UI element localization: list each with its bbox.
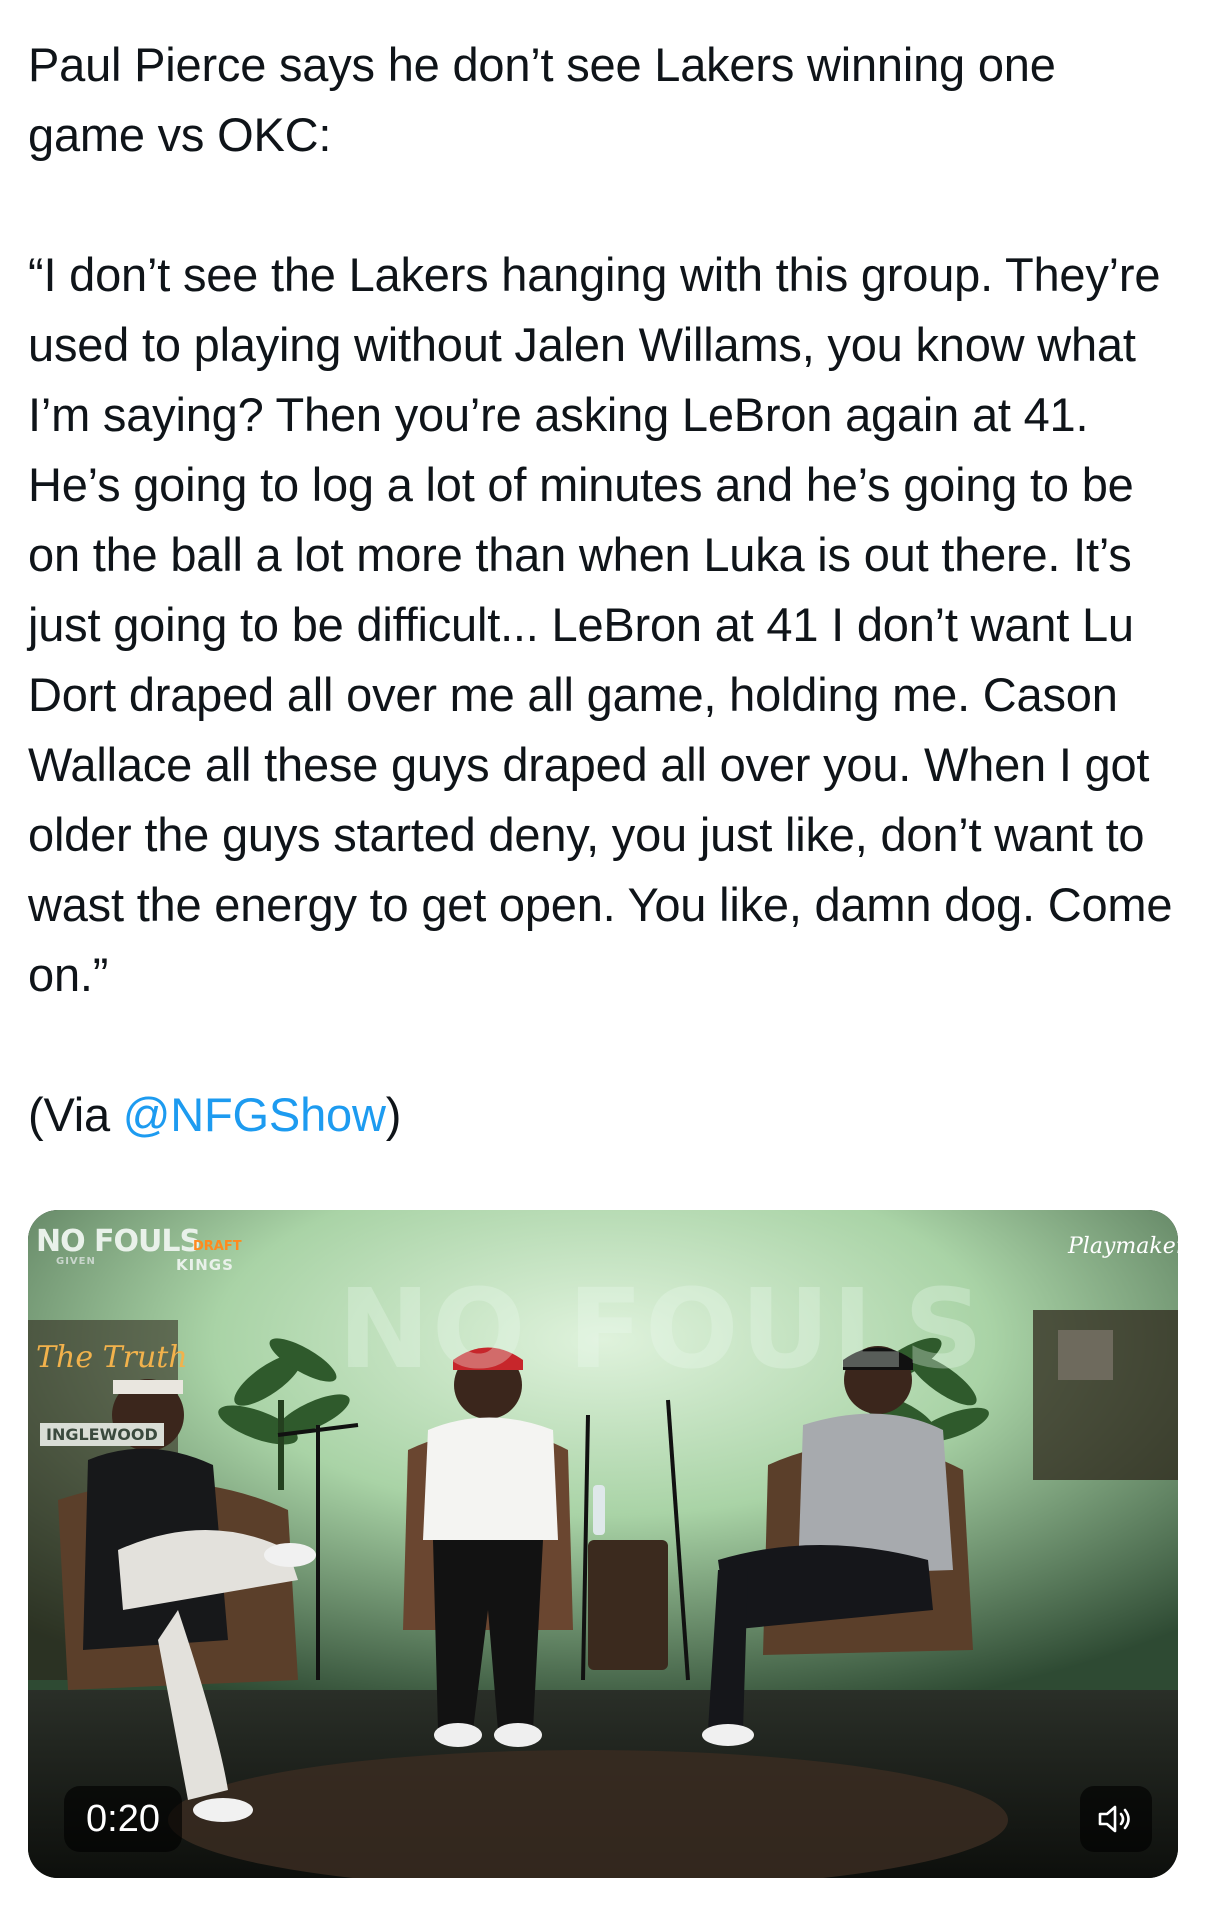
video-player[interactable]: NO FOULS GIVEN DRAFT KINGS Playmaker NO … <box>28 1210 1178 1878</box>
water-bottle <box>593 1485 605 1535</box>
framed-photo <box>1058 1330 1113 1380</box>
draftkings-logo-bottom: KINGS <box>176 1256 234 1274</box>
video-timestamp: 0:20 <box>64 1786 182 1852</box>
wall-logo: NO FOULS <box>338 1265 986 1393</box>
side-table <box>588 1540 668 1670</box>
street-sign: INGLEWOOD <box>40 1423 164 1446</box>
via-line: (Via @NFGShow) <box>28 1080 1178 1150</box>
post-quote: “I don’t see the Lakers hanging with thi… <box>28 248 1173 1001</box>
draftkings-logo-top: DRAFT <box>193 1239 242 1254</box>
playmaker-logo: Playmaker <box>1068 1234 1178 1259</box>
neon-sign: The Truth <box>36 1340 188 1375</box>
speaker-icon <box>1098 1805 1130 1833</box>
post-heading: Paul Pierce says he don’t see Lakers win… <box>28 38 1056 161</box>
no-fouls-logo: NO FOULS <box>36 1224 201 1259</box>
nfgshow-mention-link[interactable]: @NFGShow <box>123 1088 386 1141</box>
post-text: Paul Pierce says he don’t see Lakers win… <box>28 30 1178 1150</box>
via-suffix: ) <box>385 1088 402 1141</box>
volume-button[interactable] <box>1080 1786 1152 1852</box>
no-fouls-logo-sub: GIVEN <box>56 1256 96 1267</box>
via-prefix: (Via <box>28 1088 123 1141</box>
